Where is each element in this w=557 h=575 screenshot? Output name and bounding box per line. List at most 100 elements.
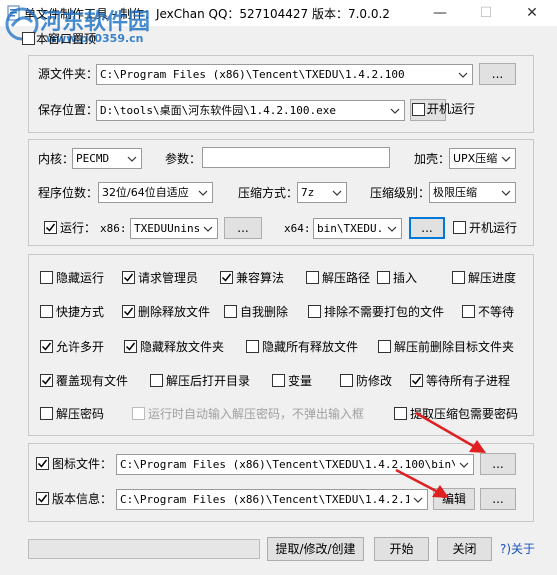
option-checkbox-box[interactable]: [220, 271, 233, 284]
x86-value: TXEDUUninst: [134, 222, 199, 235]
icon-file-browse-button[interactable]: ...: [480, 453, 516, 475]
save-location-value: D:\tools\桌面\河东软件园\1.4.2.100.exe: [100, 104, 336, 117]
kernel-value: PECMD: [76, 152, 110, 165]
kernel-label: 内核：: [38, 152, 75, 166]
kernel-combo[interactable]: PECMD: [72, 148, 142, 169]
x64-label: x64:: [284, 222, 311, 235]
option-label: 自我删除: [240, 305, 289, 319]
run-checkbox-box[interactable]: [44, 221, 57, 234]
option-checkbox-box[interactable]: [272, 374, 285, 387]
params-label: 参数：: [165, 152, 202, 166]
checkmark-icon: [41, 342, 52, 351]
option-label: 等待所有子进程: [426, 374, 511, 388]
source-folder-label: 源文件夹：: [38, 67, 99, 81]
option-label: 快捷方式: [56, 305, 105, 319]
compress-level-value: 极限压缩: [433, 186, 477, 199]
minimize-button[interactable]: —: [417, 0, 463, 26]
option-checkbox-box[interactable]: [40, 407, 53, 420]
chevron-down-icon: [501, 190, 511, 196]
option-label: 解压前删除目标文件夹: [394, 340, 515, 354]
option-checkbox-box[interactable]: [340, 374, 353, 387]
x86-combo[interactable]: TXEDUUninst: [130, 218, 218, 239]
option-label: 运行时自动输入解压密码，不弹出输入框: [148, 407, 365, 421]
option-checkbox-box[interactable]: [40, 271, 53, 284]
checkmark-icon: [41, 376, 52, 385]
shell-combo[interactable]: UPX压缩: [449, 148, 516, 169]
run-boot-checkbox-box[interactable]: [453, 221, 466, 234]
checkmark-icon: [125, 342, 136, 351]
option-label: 隐藏运行: [56, 271, 105, 285]
option-checkbox-box[interactable]: [150, 374, 163, 387]
option-checkbox-box[interactable]: [306, 271, 319, 284]
maximize-button[interactable]: ☐: [463, 0, 509, 26]
chevron-down-icon: [458, 72, 468, 78]
option-label: 解压密码: [56, 407, 105, 421]
compress-level-combo[interactable]: 极限压缩: [429, 182, 516, 203]
version-info-value: C:\Program Files (x86)\Tencent\TXEDU\1.4…: [120, 493, 409, 506]
checkmark-icon: [411, 376, 422, 385]
bits-label: 程序位数：: [38, 186, 99, 200]
version-info-label: 版本信息：: [52, 492, 113, 506]
source-folder-combo[interactable]: C:\Program Files (x86)\Tencent\TXEDU\1.4…: [96, 64, 473, 85]
params-input[interactable]: [202, 147, 390, 168]
edit-version-button[interactable]: 编辑: [433, 488, 475, 510]
icon-file-checkbox-box[interactable]: [36, 457, 49, 470]
run-label: 运行：: [60, 221, 97, 235]
bits-combo[interactable]: 32位/64位自适应: [98, 182, 213, 203]
checkmark-icon: [37, 494, 48, 503]
source-browse-button[interactable]: ...: [479, 63, 516, 85]
option-label: 删除释放文件: [138, 305, 211, 319]
option-checkbox-box[interactable]: [40, 340, 53, 353]
save-boot-run-box[interactable]: [412, 103, 425, 116]
option-checkbox-box[interactable]: [378, 340, 391, 353]
option-checkbox-box[interactable]: [124, 340, 137, 353]
start-button[interactable]: 开始: [374, 537, 429, 561]
compress-method-combo[interactable]: 7z: [297, 182, 347, 203]
x64-value: bin\TXEDU.e: [317, 222, 383, 235]
option-checkbox-box[interactable]: [410, 374, 423, 387]
version-info-checkbox-box[interactable]: [36, 492, 49, 505]
option-label: 变量: [288, 374, 313, 388]
chevron-down-icon: [501, 156, 511, 162]
checkmark-icon: [123, 307, 134, 316]
pin-top-checkbox-box[interactable]: [22, 32, 35, 45]
x64-combo[interactable]: bin\TXEDU.e: [313, 218, 402, 239]
compress-level-label: 压缩级别：: [370, 186, 431, 200]
progress-bar: [28, 539, 260, 559]
option-checkbox-box[interactable]: [377, 271, 390, 284]
icon-file-combo[interactable]: C:\Program Files (x86)\Tencent\TXEDU\1.4…: [116, 454, 474, 475]
x64-browse-button[interactable]: ...: [409, 217, 445, 239]
option-checkbox-box[interactable]: [122, 305, 135, 318]
version-info-browse-button[interactable]: ...: [480, 488, 516, 510]
save-boot-run-label: 开机运行: [427, 102, 476, 116]
option-label: 提取压缩包需要密码: [410, 407, 519, 421]
option-checkbox-box[interactable]: [394, 407, 407, 420]
icon-file-label: 图标文件：: [52, 457, 113, 471]
option-label: 允许多开: [56, 340, 105, 354]
option-checkbox-box[interactable]: [40, 305, 53, 318]
x86-browse-button[interactable]: ...: [224, 217, 262, 239]
option-checkbox-box[interactable]: [462, 305, 475, 318]
option-label: 覆盖现有文件: [56, 374, 129, 388]
version-info-combo[interactable]: C:\Program Files (x86)\Tencent\TXEDU\1.4…: [116, 489, 428, 510]
extract-modify-create-button[interactable]: 提取/修改/创建: [267, 537, 364, 561]
x86-label: x86:: [100, 222, 127, 235]
source-folder-value: C:\Program Files (x86)\Tencent\TXEDU\1.4…: [100, 68, 405, 81]
save-location-combo[interactable]: D:\tools\桌面\河东软件园\1.4.2.100.exe: [96, 100, 405, 121]
option-checkbox-box[interactable]: [122, 271, 135, 284]
close-window-button[interactable]: ✕: [509, 0, 555, 26]
about-link[interactable]: ?)关于: [500, 541, 535, 557]
option-label: 隐藏所有释放文件: [262, 340, 359, 354]
option-checkbox-box[interactable]: [246, 340, 259, 353]
compress-method-label: 压缩方式：: [238, 186, 299, 200]
chevron-down-icon: [127, 156, 137, 162]
option-label: 插入: [393, 271, 418, 285]
chevron-down-icon: [390, 108, 400, 114]
compress-method-value: 7z: [301, 186, 315, 199]
option-checkbox-box[interactable]: [40, 374, 53, 387]
close-button[interactable]: 关闭: [437, 537, 492, 561]
option-checkbox-box[interactable]: [452, 271, 465, 284]
option-checkbox-box[interactable]: [308, 305, 321, 318]
option-checkbox-box[interactable]: [224, 305, 237, 318]
run-boot-label: 开机运行: [469, 221, 518, 235]
